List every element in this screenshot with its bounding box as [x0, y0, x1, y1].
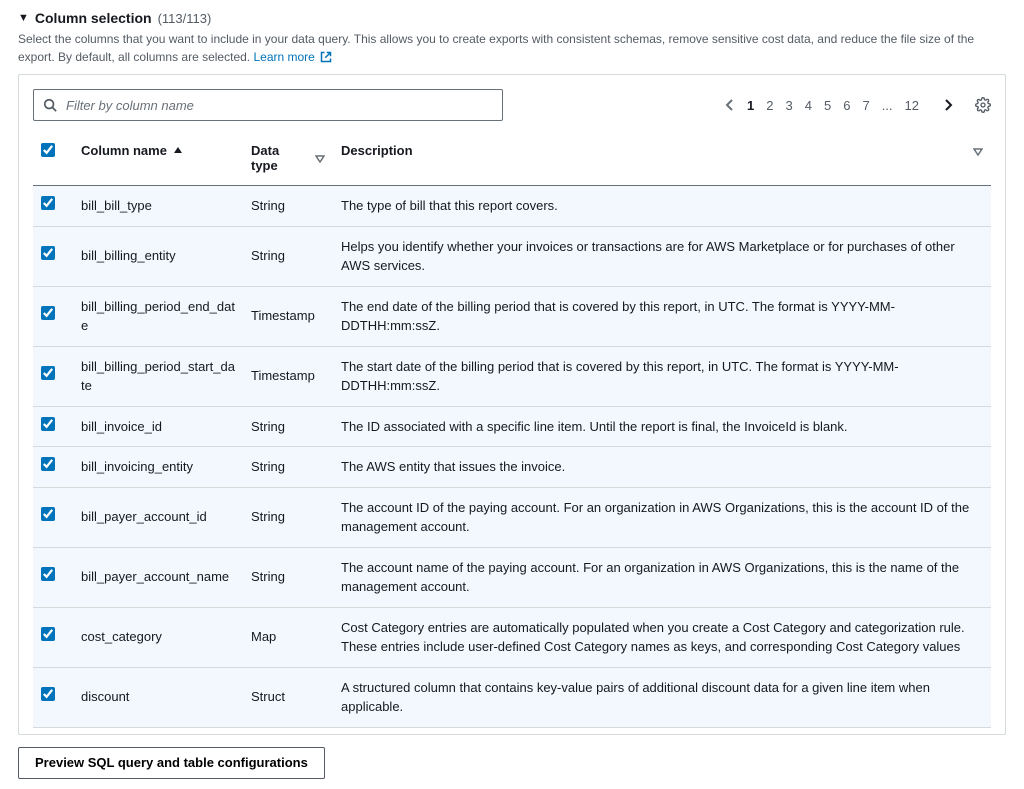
- header-column-name[interactable]: Column name: [81, 143, 167, 158]
- cell-description: The account ID of the paying account. Fo…: [341, 500, 969, 535]
- cell-column-name: discount: [81, 689, 129, 704]
- page-ellipsis: ...: [882, 98, 893, 113]
- cell-data-type: String: [251, 569, 285, 584]
- pagination: 1234567...12: [725, 97, 991, 113]
- page-2[interactable]: 2: [766, 98, 773, 113]
- cell-data-type: Timestamp: [251, 368, 315, 383]
- row-checkbox[interactable]: [41, 627, 55, 641]
- row-checkbox[interactable]: [41, 507, 55, 521]
- cell-data-type: String: [251, 419, 285, 434]
- table-row: bill_billing_period_end_date Timestamp The…: [33, 286, 991, 346]
- cell-data-type: Struct: [251, 689, 285, 704]
- sort-neutral-icon[interactable]: [973, 146, 983, 156]
- preview-sql-button[interactable]: Preview SQL query and table configuratio…: [18, 747, 325, 779]
- table-row: cost_category Map Cost Category entries ar…: [33, 607, 991, 667]
- cell-description: The ID associated with a specific line i…: [341, 419, 848, 434]
- sort-neutral-icon[interactable]: [315, 153, 325, 163]
- table-row: bill_invoice_id String The ID associated w…: [33, 406, 991, 447]
- sort-asc-icon[interactable]: [173, 146, 183, 156]
- row-checkbox[interactable]: [41, 196, 55, 210]
- section-title: Column selection: [35, 10, 152, 26]
- cell-data-type: Map: [251, 629, 276, 644]
- table-row: discount Struct A structured column that c…: [33, 667, 991, 727]
- cell-column-name: cost_category: [81, 629, 162, 644]
- search-icon: [43, 98, 57, 112]
- page-next[interactable]: [943, 98, 953, 112]
- cell-column-name: bill_invoicing_entity: [81, 459, 193, 474]
- cell-description: The AWS entity that issues the invoice.: [341, 459, 565, 474]
- header-description[interactable]: Description: [341, 143, 413, 158]
- table-row: bill_invoicing_entity String The AWS entit…: [33, 447, 991, 488]
- row-checkbox[interactable]: [41, 417, 55, 431]
- page-3[interactable]: 3: [786, 98, 793, 113]
- row-checkbox[interactable]: [41, 567, 55, 581]
- cell-description: The start date of the billing period tha…: [341, 359, 899, 394]
- table-row: bill_billing_entity String Helps you ident…: [33, 226, 991, 286]
- cell-description: The type of bill that this report covers…: [341, 198, 558, 213]
- column-selection-panel: 1234567...12 Column name: [18, 74, 1006, 735]
- row-checkbox[interactable]: [41, 457, 55, 471]
- page-6[interactable]: 6: [843, 98, 850, 113]
- cell-description: Helps you identify whether your invoices…: [341, 239, 955, 274]
- columns-table: Column name Data type: [33, 133, 991, 728]
- cell-data-type: String: [251, 248, 285, 263]
- section-count: (113/113): [158, 11, 212, 26]
- cell-column-name: bill_payer_account_id: [81, 509, 207, 524]
- cell-description: Cost Category entries are automatically …: [341, 620, 965, 655]
- learn-more-link[interactable]: Learn more: [253, 50, 332, 64]
- table-row: bill_bill_type String The type of bill tha…: [33, 186, 991, 227]
- cell-description: A structured column that contains key-va…: [341, 680, 930, 715]
- cell-column-name: bill_billing_period_end_date: [81, 299, 235, 334]
- select-all-checkbox[interactable]: [41, 143, 55, 157]
- page-1[interactable]: 1: [747, 98, 754, 113]
- cell-column-name: bill_billing_entity: [81, 248, 176, 263]
- search-input[interactable]: [33, 89, 503, 121]
- cell-data-type: Timestamp: [251, 308, 315, 323]
- row-checkbox[interactable]: [41, 687, 55, 701]
- table-row: bill_billing_period_start_date Timestamp T…: [33, 346, 991, 406]
- cell-description: The account name of the paying account. …: [341, 560, 959, 595]
- cell-data-type: String: [251, 509, 285, 524]
- row-checkbox[interactable]: [41, 366, 55, 380]
- table-row: bill_payer_account_name String The account…: [33, 547, 991, 607]
- settings-button[interactable]: [975, 97, 991, 113]
- table-row: bill_payer_account_id String The account I…: [33, 487, 991, 547]
- collapse-caret-icon[interactable]: ▼: [18, 12, 29, 24]
- cell-column-name: bill_invoice_id: [81, 419, 162, 434]
- row-checkbox[interactable]: [41, 246, 55, 260]
- page-4[interactable]: 4: [805, 98, 812, 113]
- page-12[interactable]: 12: [905, 98, 919, 113]
- page-7[interactable]: 7: [862, 98, 869, 113]
- cell-data-type: String: [251, 198, 285, 213]
- external-link-icon: [320, 51, 332, 63]
- header-data-type[interactable]: Data type: [251, 143, 309, 173]
- cell-column-name: bill_payer_account_name: [81, 569, 229, 584]
- cell-column-name: bill_bill_type: [81, 198, 152, 213]
- gear-icon: [975, 97, 991, 113]
- cell-description: The end date of the billing period that …: [341, 299, 895, 334]
- row-checkbox[interactable]: [41, 306, 55, 320]
- cell-data-type: String: [251, 459, 285, 474]
- section-description: Select the columns that you want to incl…: [18, 30, 1006, 66]
- page-prev[interactable]: [725, 98, 735, 112]
- page-5[interactable]: 5: [824, 98, 831, 113]
- cell-column-name: bill_billing_period_start_date: [81, 359, 235, 394]
